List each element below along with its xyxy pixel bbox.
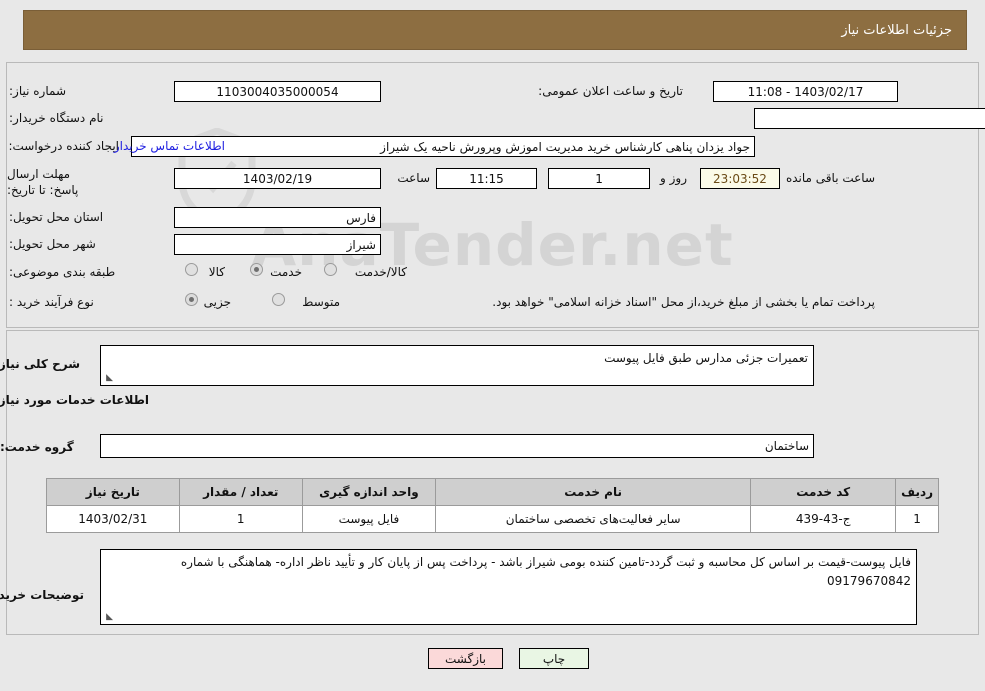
- process-option-label-1: متوسط: [302, 295, 340, 309]
- print-button[interactable]: چاپ: [519, 648, 589, 669]
- general-desc-value: تعمیرات جزئی مدارس طبق فایل پیوست: [604, 351, 808, 365]
- general-desc-label: شرح کلی نیاز:: [0, 357, 80, 371]
- page-root: جزئیات اطلاعات نیاز AnaTender.net anaten…: [0, 0, 985, 691]
- th-unit: واحد اندازه گیری: [301, 478, 437, 506]
- cell-unit: فایل پیوست: [301, 505, 437, 533]
- deadline-label: مهلت ارسال پاسخ: تا تاریخ:: [7, 167, 79, 197]
- need-number-value: 1103004035000054: [174, 81, 381, 102]
- process-option-label-0: جزیی: [203, 295, 231, 309]
- buyer-notes-label: توضیحات خریدار:: [0, 588, 84, 602]
- hour-label: ساعت: [397, 171, 430, 185]
- category-option-label-2: کالا/خدمت: [354, 265, 407, 279]
- page-title: جزئیات اطلاعات نیاز: [841, 22, 952, 38]
- cell-code: ج-43-439: [750, 505, 897, 533]
- cell-quantity: 1: [178, 505, 303, 533]
- deadline-date-value: 1403/02/19: [174, 168, 381, 189]
- buyer-org-value: مدیریت اموزش وپرورش ناحیه یک شیراز: [754, 108, 985, 129]
- th-quantity: تعداد / مقدار: [178, 478, 303, 506]
- th-date: تاریخ نیاز: [46, 478, 180, 506]
- th-name: نام خدمت: [435, 478, 752, 506]
- category-option-label-1: خدمت: [270, 265, 302, 279]
- remaining-label: ساعت باقی مانده: [785, 171, 875, 185]
- deadline-time-value: 11:15: [436, 168, 537, 189]
- radio-process-jozii[interactable]: [185, 293, 198, 306]
- radio-category-kala[interactable]: [185, 263, 198, 276]
- payment-note: پرداخت تمام یا بخشی از مبلغ خرید،از محل …: [492, 295, 875, 309]
- cell-row: 1: [895, 505, 939, 533]
- table-header-row: ردیف کد خدمت نام خدمت واحد اندازه گیری ت…: [46, 478, 939, 506]
- radio-category-khadamat[interactable]: [250, 263, 263, 276]
- remaining-days-value: 1: [548, 168, 650, 189]
- province-value: فارس: [174, 207, 381, 228]
- service-group-value: ساختمان: [100, 434, 814, 458]
- resize-grip-icon-notes[interactable]: ◣: [103, 613, 113, 623]
- requester-label: ایجاد کننده درخواست:: [8, 139, 119, 153]
- resize-grip-icon[interactable]: ◣: [103, 374, 113, 384]
- services-heading: اطلاعات خدمات مورد نیاز: [0, 393, 149, 407]
- category-option-label-0: کالا: [208, 265, 225, 279]
- radio-category-kala-khadamat[interactable]: [324, 263, 337, 276]
- category-label: طبقه بندی موضوعی:: [9, 265, 116, 279]
- back-button[interactable]: بازگشت: [428, 648, 503, 669]
- general-desc-textarea[interactable]: تعمیرات جزئی مدارس طبق فایل پیوست ◣: [100, 345, 814, 386]
- buyer-contact-link[interactable]: اطلاعات تماس خریدار: [114, 139, 225, 153]
- th-row: ردیف: [895, 478, 939, 506]
- buyer-org-label: نام دستگاه خریدار:: [9, 111, 104, 125]
- province-label: استان محل تحویل:: [9, 210, 104, 224]
- service-group-label: گروه خدمت:: [0, 440, 74, 454]
- cell-name: سایر فعالیت‌های تخصصی ساختمان: [435, 505, 752, 533]
- services-table: ردیف کد خدمت نام خدمت واحد اندازه گیری ت…: [46, 478, 939, 533]
- buyer-notes-value: فایل پیوست-قیمت بر اساس کل محاسبه و ثبت …: [180, 555, 911, 589]
- need-number-label: شماره نیاز:: [9, 84, 66, 98]
- city-label: شهر محل تحویل:: [9, 237, 96, 251]
- page-header: جزئیات اطلاعات نیاز: [23, 10, 967, 50]
- announce-datetime-label: تاریخ و ساعت اعلان عمومی:: [538, 84, 683, 98]
- process-label: نوع فرآیند خرید :: [9, 295, 94, 309]
- announce-datetime-value: 1403/02/17 - 11:08: [713, 81, 898, 102]
- buyer-notes-textarea[interactable]: فایل پیوست-قیمت بر اساس کل محاسبه و ثبت …: [100, 549, 917, 625]
- countdown-timer: 23:03:52: [700, 168, 780, 189]
- th-code: کد خدمت: [750, 478, 897, 506]
- table-row: 1 ج-43-439 سایر فعالیت‌های تخصصی ساختمان…: [46, 505, 939, 533]
- city-value: شیراز: [174, 234, 381, 255]
- cell-date: 1403/02/31: [46, 505, 180, 533]
- radio-process-motavaset[interactable]: [272, 293, 285, 306]
- days-unit-label: روز و: [660, 171, 687, 185]
